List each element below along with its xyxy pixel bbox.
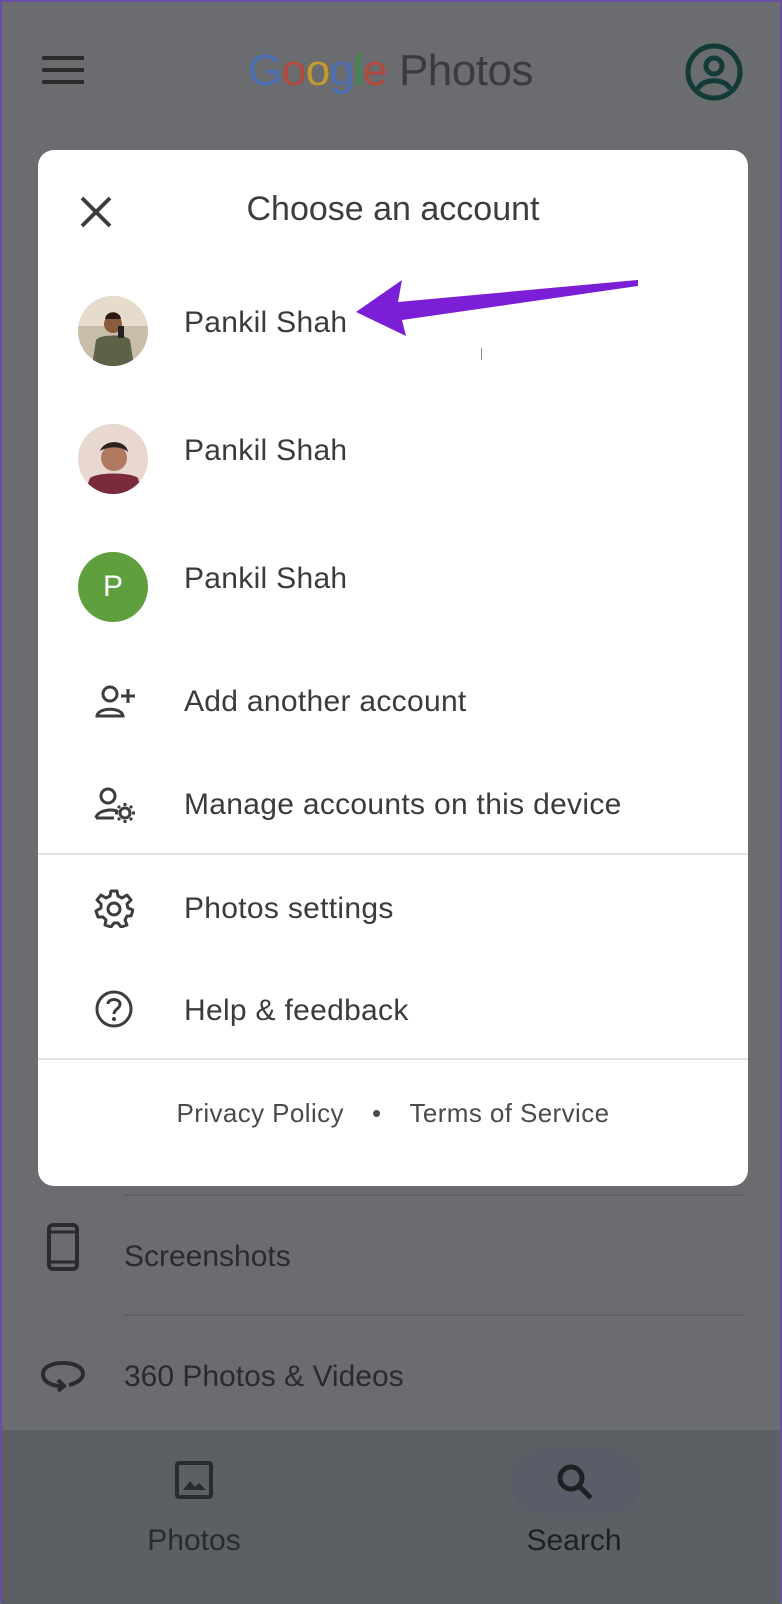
bottom-navigation: Photos Search (2, 1430, 780, 1604)
nav-photos[interactable]: Photos (64, 1430, 324, 1604)
list-item-screenshots[interactable]: Screenshots (2, 1210, 780, 1310)
image-icon (175, 1461, 213, 1499)
list-divider (124, 1314, 744, 1316)
search-icon (557, 1464, 593, 1500)
privacy-policy-link[interactable]: Privacy Policy (177, 1098, 344, 1128)
help-feedback-button[interactable]: Help & feedback (38, 962, 748, 1052)
brand-photos: Photos (398, 46, 533, 95)
account-item[interactable]: P Pankil Shah (38, 518, 748, 628)
help-feedback-label: Help & feedback (184, 994, 409, 1027)
divider (38, 853, 748, 855)
account-name: Pankil Shah (184, 562, 348, 595)
app-bar: Google Photos (2, 2, 780, 142)
nav-search[interactable]: Search (444, 1430, 704, 1604)
annotation-arrow (356, 280, 638, 336)
account-circle-icon[interactable] (684, 42, 744, 102)
cursor-tick (481, 348, 482, 360)
phone-icon (47, 1223, 79, 1271)
list-item-label: Screenshots (124, 1240, 291, 1273)
avatar: P (78, 552, 148, 622)
list-divider (124, 1194, 744, 1196)
nav-photos-label: Photos (147, 1524, 241, 1557)
nav-search-label: Search (526, 1524, 622, 1557)
app-logo: Google Photos (248, 46, 533, 96)
avatar (78, 296, 148, 366)
account-name: Pankil Shah (184, 434, 348, 467)
account-item[interactable]: Pankil Shah (38, 390, 748, 500)
gear-icon (94, 889, 134, 928)
add-account-button[interactable]: Add another account (38, 653, 748, 743)
avatar (78, 424, 148, 494)
photos-settings-button[interactable]: Photos settings (38, 860, 748, 950)
divider (38, 1058, 748, 1060)
menu-icon[interactable] (42, 56, 84, 88)
help-icon (95, 990, 133, 1028)
manage-accounts-label: Manage accounts on this device (184, 788, 622, 821)
separator-dot: • (371, 1098, 382, 1128)
dialog-footer: Privacy Policy • Terms of Service (38, 1098, 748, 1129)
add-account-label: Add another account (184, 685, 467, 718)
list-item-label: 360 Photos & Videos (124, 1360, 404, 1393)
list-item-360[interactable]: 360 Photos & Videos (2, 1330, 780, 1430)
brand-google: Google (248, 46, 387, 95)
photos-settings-label: Photos settings (184, 892, 394, 925)
360-icon (40, 1360, 86, 1392)
account-name: Pankil Shah (184, 306, 348, 339)
manage-accounts-icon (94, 787, 135, 823)
dialog-title: Choose an account (246, 190, 540, 228)
person-add-icon (95, 685, 135, 718)
terms-of-service-link[interactable]: Terms of Service (409, 1098, 609, 1128)
manage-accounts-button[interactable]: Manage accounts on this device (38, 756, 748, 846)
